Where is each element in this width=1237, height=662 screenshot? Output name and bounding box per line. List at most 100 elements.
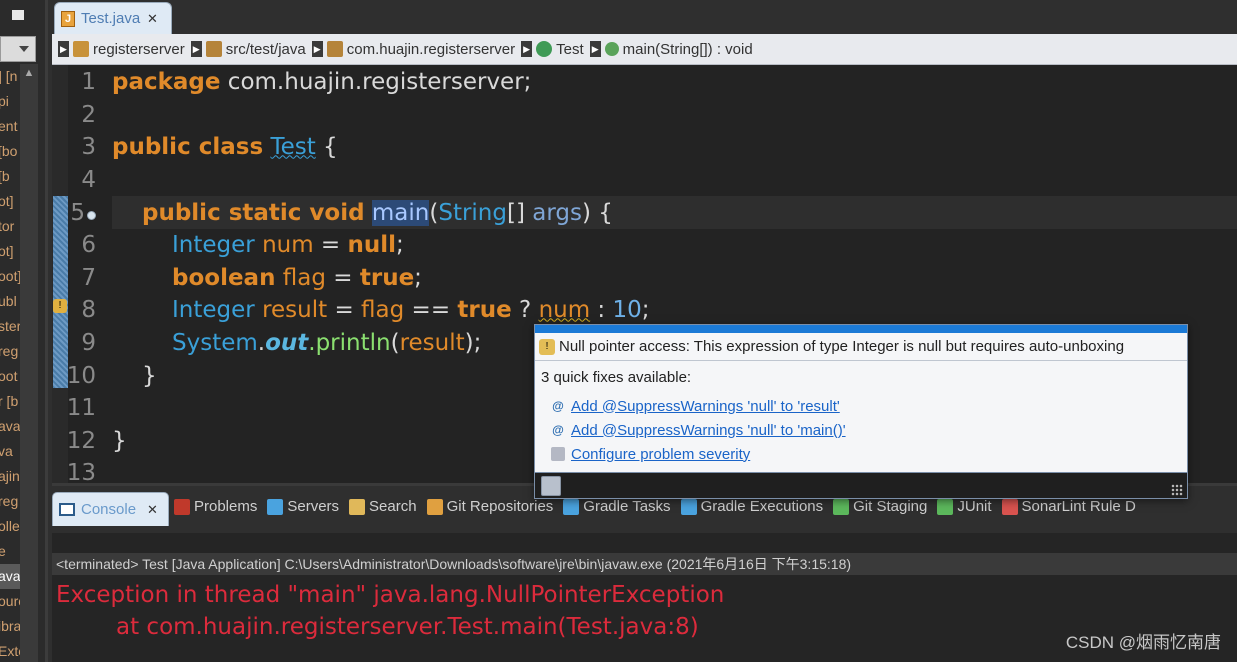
quick-fix-item[interactable]: @ Add @SuppressWarnings 'null' to 'resul…: [535, 394, 1187, 418]
view-icon: [349, 498, 366, 515]
view-icon: [174, 498, 190, 515]
popup-title-bar: [535, 325, 1187, 333]
console-view[interactable]: <terminated> Test [Java Application] C:\…: [52, 533, 1237, 662]
tab-search[interactable]: Search: [349, 498, 417, 515]
tab-git-staging[interactable]: Git Staging: [833, 498, 927, 515]
quick-fix-item[interactable]: @ Add @SuppressWarnings 'null' to 'main(…: [535, 418, 1187, 442]
line-number: 6: [81, 231, 96, 258]
chevron-right-icon[interactable]: ▶: [521, 41, 533, 57]
settings-icon[interactable]: [541, 476, 561, 496]
line-number: 9: [81, 329, 96, 356]
breadcrumb-label: registerserver: [93, 40, 185, 58]
editor-tab-test-java[interactable]: J Test.java ✕: [54, 2, 172, 34]
method-icon: [604, 42, 619, 56]
view-icon: [1001, 498, 1018, 515]
class-name: Test: [270, 133, 316, 160]
code-line: 4: [52, 163, 1237, 196]
breadcrumb-label: Test: [556, 40, 584, 58]
view-icon: [680, 498, 697, 515]
code-line: 2: [52, 98, 1237, 131]
tab-gradle-tasks[interactable]: Gradle Tasks: [563, 498, 671, 515]
view-icon: [833, 498, 850, 515]
breadcrumb-item[interactable]: registerserver: [73, 41, 185, 58]
view-icon: [937, 498, 954, 515]
line-number: 8: [81, 296, 96, 323]
code-line: 8 Integer result = flag == true ? num : …: [52, 293, 1237, 326]
breadcrumb: ▶ registerserver ▶ src/test/java ▶ com.huajin…: [52, 34, 1237, 65]
source-folder-icon: [205, 41, 222, 57]
popup-footer: [535, 472, 1187, 498]
resize-grip-icon[interactable]: [1171, 484, 1183, 496]
breadcrumb-item[interactable]: Test: [536, 41, 584, 58]
quick-fix-item[interactable]: Configure problem severity: [535, 442, 1187, 466]
annotation-icon: @: [552, 399, 564, 413]
line-number: 4: [81, 166, 96, 193]
view-icon: [426, 498, 443, 515]
line-number: 3: [81, 133, 96, 160]
editor-tab-label: Test.java: [81, 10, 141, 27]
chevron-right-icon[interactable]: ▶: [58, 41, 69, 57]
java-file-icon: J: [61, 10, 75, 27]
code-line: 7 boolean flag = true;: [52, 261, 1237, 294]
line-number: 2: [81, 101, 96, 128]
tab-git-repositories[interactable]: Git Repositories: [426, 498, 553, 515]
tree-scrollbar[interactable]: ▲: [20, 64, 38, 662]
line-number: 7: [81, 264, 96, 291]
quick-fix-popup: ! Null pointer access: This expression o…: [534, 324, 1188, 499]
package-icon: [326, 41, 343, 57]
breadcrumb-item[interactable]: src/test/java: [205, 40, 306, 58]
breadcrumb-item[interactable]: com.huajin.registerserver: [326, 40, 516, 58]
tab-console[interactable]: Console ✕: [52, 492, 169, 526]
quick-fix-link[interactable]: Configure problem severity: [571, 446, 750, 463]
console-icon: [59, 503, 75, 516]
quick-fix-link[interactable]: Add @SuppressWarnings 'null' to 'main()': [571, 422, 846, 439]
line-number: 1: [81, 68, 96, 95]
scroll-up-icon[interactable]: ▲: [20, 64, 38, 82]
tab-junit[interactable]: JUnit: [937, 498, 992, 515]
annotation-icon: @: [552, 423, 564, 437]
class-icon: [536, 41, 553, 57]
console-error-line: Exception in thread "main" java.lang.Nul…: [56, 582, 725, 608]
chevron-right-icon[interactable]: ▶: [311, 41, 323, 57]
line-number: 12: [66, 427, 96, 454]
code-line: 6 Integer num = null;: [52, 228, 1237, 261]
quick-fix-count: 3 quick fixes available:: [541, 369, 692, 386]
line-number: 13: [66, 459, 96, 484]
quick-fix-link[interactable]: Add @SuppressWarnings 'null' to 'result': [571, 398, 840, 415]
project-icon: [73, 41, 89, 57]
warning-lightbulb-icon: !: [539, 338, 555, 355]
warning-expression: num: [538, 296, 591, 323]
breadcrumb-label: com.huajin.registerserver: [346, 40, 516, 58]
code-line: 1 package com.huajin.registerserver;: [52, 65, 1237, 98]
configure-icon: [551, 447, 565, 461]
chevron-right-icon[interactable]: ▶: [190, 41, 202, 57]
editor-tab-bar: J Test.java ✕: [52, 0, 1237, 34]
method-name: main: [371, 199, 430, 226]
package-explorer-strip: ] [npient[bo[bot]torot]oot]ublsterregoot…: [0, 0, 48, 662]
line-number: 5: [52, 200, 98, 226]
breadcrumb-label: main(String[]) : void: [622, 40, 753, 58]
code-line: 3 public class Test {: [52, 130, 1237, 163]
chevron-right-icon[interactable]: ▶: [589, 41, 601, 57]
line-number: 10: [66, 362, 96, 389]
console-status-line: <terminated> Test [Java Application] C:\…: [52, 553, 1237, 575]
minimize-icon[interactable]: [12, 10, 24, 20]
code-line: 5 public static void main(String[] args)…: [52, 196, 1237, 229]
tab-problems[interactable]: Problems: [174, 498, 257, 515]
watermark: CSDN @烟雨忆南唐: [1065, 633, 1221, 652]
line-number: 11: [66, 394, 96, 421]
tab-sonarlint-rule-d[interactable]: SonarLint Rule D: [1001, 498, 1136, 515]
close-icon[interactable]: ✕: [147, 502, 158, 518]
tab-servers[interactable]: Servers: [267, 498, 339, 515]
close-icon[interactable]: ✕: [147, 11, 158, 27]
breadcrumb-label: src/test/java: [225, 40, 306, 58]
problem-message: ! Null pointer access: This expression o…: [535, 333, 1187, 361]
console-stacktrace-link[interactable]: at com.huajin.registerserver.Test.main(T…: [56, 611, 724, 643]
view-icon: [563, 498, 580, 515]
tab-gradle-executions[interactable]: Gradle Executions: [680, 498, 823, 515]
override-marker-icon[interactable]: [87, 210, 96, 220]
view-menu-dropdown[interactable]: [0, 36, 36, 62]
chevron-down-icon: [19, 46, 29, 52]
breadcrumb-item[interactable]: main(String[]) : void: [604, 40, 753, 58]
view-icon: [267, 498, 284, 515]
